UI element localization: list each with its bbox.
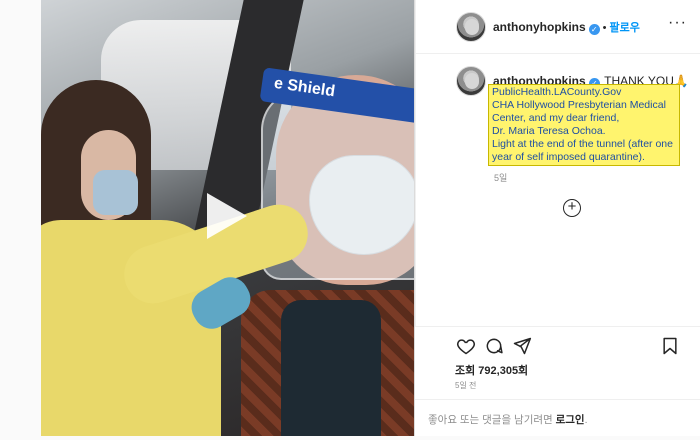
header-user-row: anthonyhopkins ✓ • 팔로우: [493, 18, 640, 36]
nurse-mask: [93, 170, 138, 215]
plus-circle-icon[interactable]: +: [563, 199, 581, 217]
post-header: anthonyhopkins ✓ • 팔로우 ···: [416, 0, 700, 54]
instagram-post-window: e Shield anthonyhopkins ✓ • 팔로우 ··· anthony…: [0, 0, 700, 440]
heart-icon[interactable]: [456, 336, 476, 356]
header-username[interactable]: anthonyhopkins: [493, 20, 586, 34]
comment-login-bar: 좋아요 또는 댓글을 남기려면 로그인.: [415, 399, 700, 437]
caption-line: Dr. Maria Teresa Ochoa.: [492, 125, 606, 137]
login-link[interactable]: 로그인: [556, 414, 585, 426]
comment-login-prompt: 좋아요 또는 댓글을 남기려면 로그인.: [428, 412, 588, 427]
comment-prompt-suffix: .: [584, 414, 588, 426]
caption-line: Center, and my dear friend,: [492, 112, 620, 124]
views-count: 조회 792,305회: [455, 365, 529, 377]
caption-line: CHA Hollywood Presbyterian Medical: [492, 99, 666, 111]
bookmark-icon[interactable]: [660, 336, 680, 356]
comment-prompt-text: 좋아요 또는 댓글을 남기려면: [428, 414, 556, 426]
post-actions: 조회 792,305회 5일 전 좋아요 또는 댓글을 남기려면 로그인.: [415, 326, 700, 436]
separator-dot: •: [602, 22, 607, 34]
send-icon[interactable]: [512, 336, 532, 356]
caption-avatar[interactable]: [456, 66, 486, 96]
avatar-face: [465, 73, 479, 89]
caption-line: Light at the end of the tunnel (after on…: [492, 138, 673, 150]
post-video[interactable]: e Shield: [41, 0, 415, 436]
play-icon[interactable]: [207, 193, 247, 239]
caption-line[interactable]: PublicHealth.LACounty.Gov: [492, 86, 621, 98]
avatar-face: [465, 19, 479, 35]
post-time-ago: 5일 전: [455, 381, 477, 390]
follow-button[interactable]: 팔로우: [610, 22, 640, 34]
caption-age: 5일: [494, 173, 508, 183]
verified-badge-icon: ✓: [588, 24, 600, 35]
dark-tshirt: [281, 300, 381, 436]
caption-line: year of self imposed quarantine).: [492, 151, 645, 163]
comment-icon[interactable]: [484, 336, 504, 356]
avatar[interactable]: [456, 12, 486, 42]
more-options-icon[interactable]: ···: [668, 14, 687, 32]
